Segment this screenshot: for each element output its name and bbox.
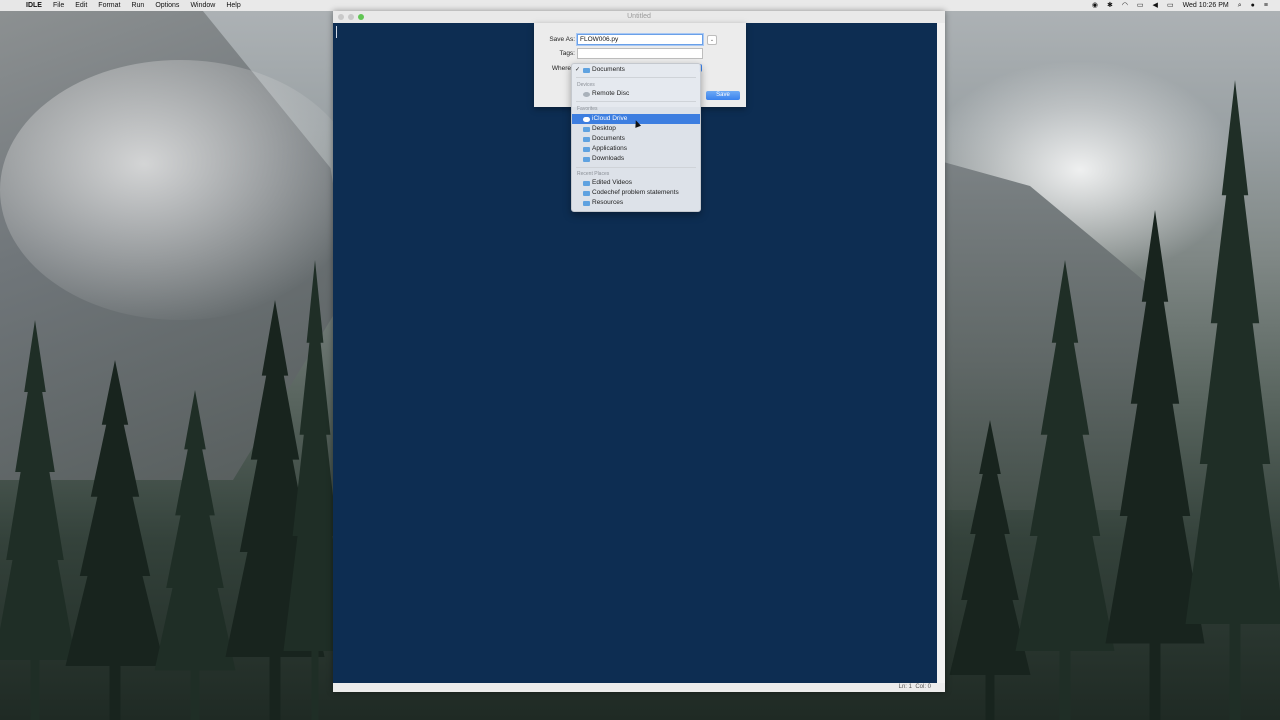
folder-icon — [583, 127, 590, 132]
volume-icon[interactable]: ◀ — [1153, 0, 1158, 11]
folder-icon — [583, 201, 590, 206]
menu-help[interactable]: Help — [226, 0, 240, 11]
folder-icon — [583, 68, 590, 73]
save-button[interactable]: Save — [706, 91, 740, 100]
folder-icon — [583, 181, 590, 186]
menu-item-codechef-problem-statements[interactable]: Codechef problem statements — [572, 188, 700, 198]
record-icon[interactable]: ◉ — [1092, 0, 1098, 11]
battery-icon[interactable]: ▭ — [1167, 0, 1174, 11]
wifi-icon[interactable]: ◠ — [1122, 0, 1128, 11]
text-cursor — [336, 26, 337, 38]
menu-item-downloads[interactable]: Downloads — [572, 154, 700, 164]
menu-options[interactable]: Options — [155, 0, 179, 11]
where-label: Where — [551, 65, 571, 72]
wallpaper-mist — [0, 60, 360, 320]
folder-icon — [583, 147, 590, 152]
menu-clock[interactable]: Wed 10:26 PM — [1183, 0, 1229, 11]
menu-bar: IDLE File Edit Format Run Options Window… — [0, 0, 1280, 11]
menu-item-documents-current[interactable]: ✓ Documents — [572, 65, 700, 75]
app-menus: IDLE File Edit Format Run Options Window… — [26, 0, 241, 11]
menu-window[interactable]: Window — [190, 0, 215, 11]
folder-icon — [583, 137, 590, 142]
notification-center-icon[interactable]: ≡ — [1264, 0, 1268, 11]
menu-item-label: iCloud Drive — [592, 115, 628, 122]
menu-item-label: Applications — [592, 145, 628, 152]
line-number: Ln: 1 — [898, 684, 912, 690]
menu-item-edited-videos[interactable]: Edited Videos — [572, 178, 700, 188]
menu-item-label: Resources — [592, 199, 624, 206]
cursor-position: Ln: 1 Col: 0 — [899, 683, 931, 692]
spotlight-icon[interactable]: ⌕ — [1238, 0, 1242, 11]
menu-item-label: Codechef problem statements — [592, 189, 679, 196]
editor-scrollbar[interactable] — [937, 23, 945, 683]
menu-item-label: Remote Disc — [592, 90, 630, 97]
airplay-icon[interactable]: ▭ — [1137, 0, 1144, 11]
menu-item-label: Desktop — [592, 125, 616, 132]
menu-format[interactable]: Format — [98, 0, 120, 11]
menu-item-label: Documents — [592, 66, 625, 73]
cloud-icon — [583, 117, 590, 122]
section-header-recent-places: Recent Places — [577, 171, 610, 177]
menu-item-applications[interactable]: Applications — [572, 144, 700, 154]
section-header-devices: Devices — [577, 82, 595, 88]
tags-label: Tags: — [559, 50, 575, 57]
menu-item-resources[interactable]: Resources — [572, 198, 700, 208]
disc-icon — [583, 92, 590, 97]
filename-value: FLOW006.py — [580, 36, 619, 43]
menu-separator — [576, 101, 696, 102]
folder-icon — [583, 191, 590, 196]
checkmark-icon: ✓ — [575, 67, 581, 73]
bluetooth-icon[interactable]: ✱ — [1107, 0, 1113, 11]
menu-item-documents[interactable]: Documents — [572, 134, 700, 144]
user-icon[interactable]: ● — [1251, 0, 1255, 11]
menu-item-remote-disc[interactable]: Remote Disc — [572, 89, 700, 99]
location-popup-menu: ✓ Documents Devices Remote Disc Favorite… — [571, 63, 701, 212]
menu-edit[interactable]: Edit — [75, 0, 87, 11]
app-name-menu[interactable]: IDLE — [26, 0, 42, 11]
save-as-label: Save As: — [549, 36, 575, 43]
menu-run[interactable]: Run — [131, 0, 144, 11]
section-header-favorites: Favorites — [577, 106, 598, 112]
expand-dialog-button[interactable]: ⌄ — [707, 35, 717, 45]
window-title: Untitled — [627, 13, 651, 20]
menu-separator — [576, 167, 696, 168]
status-menus: ◉ ✱ ◠ ▭ ◀ ▭ Wed 10:26 PM ⌕ ● ≡ — [1092, 0, 1268, 11]
menu-file[interactable]: File — [53, 0, 64, 11]
filename-input[interactable]: FLOW006.py — [577, 34, 703, 45]
folder-icon — [583, 157, 590, 162]
menu-item-label: Edited Videos — [592, 179, 632, 186]
tags-input[interactable] — [577, 48, 703, 59]
editor-status-bar: Ln: 1 Col: 0 — [333, 683, 945, 692]
menu-separator — [576, 77, 696, 78]
column-number: Col: 0 — [915, 684, 931, 690]
menu-item-label: Downloads — [592, 155, 625, 162]
menu-item-label: Documents — [592, 135, 625, 142]
